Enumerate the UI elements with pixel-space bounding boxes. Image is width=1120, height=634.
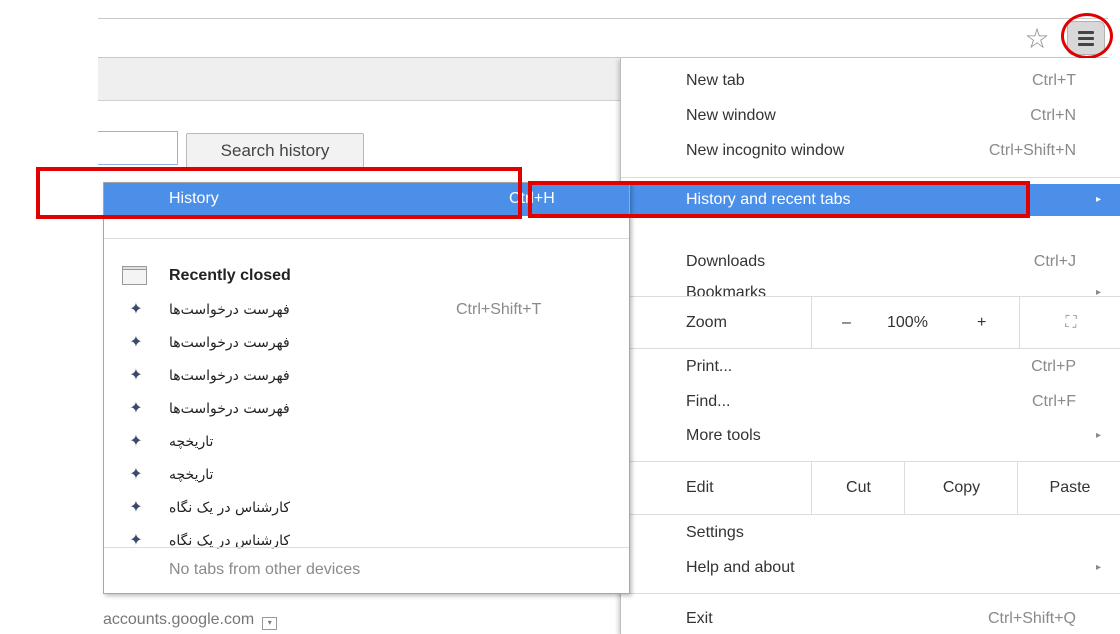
zoom-label: Zoom — [686, 314, 727, 331]
menu-item-label: Downloads — [686, 253, 766, 270]
zoom-in-button[interactable]: + — [977, 297, 986, 349]
cut-label: Cut — [846, 479, 871, 496]
recently-closed-item-label: فهرست درخواست‌ها — [169, 335, 290, 351]
menu-item-new-incognito-window[interactable]: New incognito window Ctrl+Shift+N — [621, 138, 1120, 164]
footer-url[interactable]: accounts.google.com ▾ — [103, 611, 278, 630]
copy-button[interactable]: Copy — [904, 462, 1018, 514]
fullscreen-icon: ⛶ — [1065, 314, 1077, 331]
recently-closed-item-label: فهرست درخواست‌ها — [169, 401, 290, 417]
menu-item-label: New tab — [686, 72, 745, 89]
menu-item-label: Find... — [686, 393, 731, 410]
recently-closed-item[interactable]: ✦ کارشناس در یک نگاه — [104, 528, 629, 554]
menu-item-shortcut: Ctrl+N — [1030, 107, 1076, 124]
star-icon[interactable]: ☆ — [1022, 25, 1052, 53]
menu-item-shortcut: Ctrl+Shift+Q — [987, 610, 1076, 627]
recently-closed-item[interactable]: ✦ تاریخچه — [104, 462, 629, 488]
menu-separator — [621, 514, 1120, 515]
menu-button-annotation-circle — [1061, 13, 1113, 59]
chrome-main-menu: New tab Ctrl+T New window Ctrl+N New inc… — [620, 58, 1120, 634]
menu-item-label: Settings — [686, 524, 744, 541]
dropdown-icon[interactable]: ▾ — [262, 617, 278, 630]
menu-item-shortcut: Ctrl+F — [1032, 393, 1076, 410]
search-history-button[interactable]: Search history — [186, 133, 364, 169]
menu-item-label: Exit — [686, 610, 713, 627]
copy-label: Copy — [942, 479, 981, 496]
edit-label: Edit — [686, 479, 714, 496]
menu-item-label: New incognito window — [686, 142, 845, 159]
menu-item-help-and-about[interactable]: Help and about ▸ — [621, 555, 1120, 581]
recently-closed-heading[interactable]: Recently closed — [169, 267, 291, 285]
favicon-icon: ✦ — [129, 433, 143, 450]
zoom-out-button[interactable]: – — [842, 297, 851, 349]
fullscreen-button[interactable]: ⛶ — [1019, 297, 1120, 349]
recently-closed-item[interactable]: ✦ فهرست درخواست‌ها Ctrl+Shift+T — [104, 297, 629, 323]
footer-url-text: accounts.google.com — [103, 611, 255, 628]
favicon-icon: ✦ — [129, 367, 143, 384]
recently-closed-item-label: کارشناس در یک نگاه — [169, 533, 291, 549]
favicon-icon: ✦ — [129, 466, 143, 483]
recently-closed-item[interactable]: ✦ فهرست درخواست‌ها — [104, 396, 629, 422]
window-icon — [122, 266, 147, 285]
favicon-icon: ✦ — [129, 334, 143, 351]
cut-button[interactable]: Cut — [811, 462, 905, 514]
recently-closed-item[interactable]: ✦ فهرست درخواست‌ها — [104, 330, 629, 356]
menu-item-downloads[interactable]: Downloads Ctrl+J — [621, 249, 1120, 275]
submenu-arrow-icon: ▸ — [1095, 194, 1101, 205]
menu-item-new-tab[interactable]: New tab Ctrl+T — [621, 68, 1120, 94]
history-submenu: History Ctrl+H Recently closed ✦ فهرست د… — [103, 182, 630, 594]
recently-closed-item-label: تاریخچه — [169, 467, 214, 483]
recently-closed-item-label: فهرست درخواست‌ها — [169, 368, 290, 384]
zoom-controls: – 100% + — [811, 297, 1012, 349]
favicon-icon: ✦ — [129, 499, 143, 516]
recently-closed-item-label: کارشناس در یک نگاه — [169, 500, 291, 516]
paste-button[interactable]: Paste — [1017, 462, 1120, 514]
menu-item-label: Print... — [686, 358, 733, 375]
menu-item-shortcut: Ctrl+Shift+N — [988, 142, 1076, 159]
menu-item-find[interactable]: Find... Ctrl+F — [621, 389, 1120, 415]
favicon-icon: ✦ — [129, 400, 143, 417]
menu-item-shortcut: Ctrl+J — [1033, 253, 1076, 270]
history-recent-tabs-annotation-box — [528, 181, 1030, 218]
address-bar[interactable] — [98, 18, 1108, 58]
search-history-input[interactable] — [98, 131, 178, 165]
submenu-arrow-icon: ▸ — [1095, 430, 1101, 441]
submenu-separator — [104, 547, 629, 548]
history-annotation-box — [36, 167, 522, 219]
menu-item-label: New window — [686, 107, 776, 124]
history-page-header — [98, 58, 628, 101]
no-tabs-message: No tabs from other devices — [169, 561, 361, 578]
recently-closed-item-label: فهرست درخواست‌ها — [169, 302, 290, 318]
recently-closed-item[interactable]: ✦ فهرست درخواست‌ها — [104, 363, 629, 389]
menu-separator — [621, 177, 1120, 178]
recently-closed-item[interactable]: ✦ کارشناس در یک نگاه — [104, 495, 629, 521]
paste-label: Paste — [1049, 479, 1091, 496]
menu-item-label: Help and about — [686, 559, 795, 576]
recently-closed-item-label: تاریخچه — [169, 434, 214, 450]
menu-item-settings[interactable]: Settings — [621, 520, 1120, 546]
menu-item-new-window[interactable]: New window Ctrl+N — [621, 103, 1120, 129]
favicon-icon: ✦ — [129, 301, 143, 318]
menu-item-shortcut: Ctrl+P — [1031, 358, 1076, 375]
menu-item-shortcut: Ctrl+T — [1032, 72, 1076, 89]
menu-row-edit: Edit Cut Copy Paste — [621, 462, 1120, 514]
submenu-separator — [104, 238, 629, 239]
recently-closed-item-shortcut: Ctrl+Shift+T — [456, 301, 542, 318]
menu-item-more-tools[interactable]: More tools ▸ — [621, 423, 1120, 449]
menu-row-zoom: Zoom – 100% + ⛶ — [621, 297, 1120, 349]
submenu-arrow-icon: ▸ — [1095, 562, 1101, 573]
menu-item-exit[interactable]: Exit Ctrl+Shift+Q — [621, 606, 1120, 632]
menu-separator — [621, 593, 1120, 594]
menu-item-label: More tools — [686, 427, 761, 444]
zoom-level: 100% — [887, 314, 928, 331]
menu-item-print[interactable]: Print... Ctrl+P — [621, 354, 1120, 380]
menu-separator — [621, 348, 1120, 349]
recently-closed-item[interactable]: ✦ تاریخچه — [104, 429, 629, 455]
